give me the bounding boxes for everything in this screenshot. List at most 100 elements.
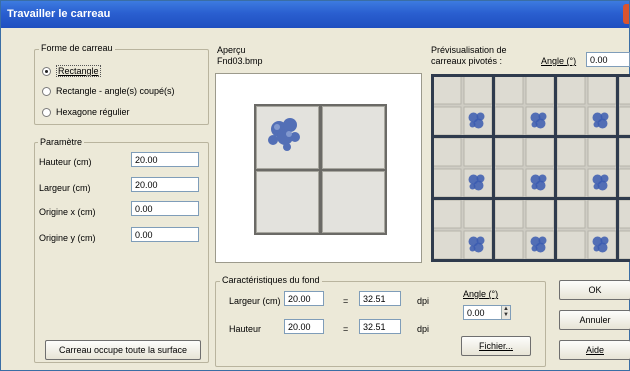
rotated-tile bbox=[494, 230, 524, 260]
radio-indicator[interactable] bbox=[42, 86, 51, 96]
rotated-tile bbox=[432, 168, 462, 198]
rotated-tile bbox=[432, 199, 462, 229]
background-group-label: Caractéristiques du fond bbox=[220, 275, 322, 285]
rotated-tile bbox=[463, 199, 493, 229]
radio-hexagon[interactable]: Hexagone régulier bbox=[42, 107, 130, 117]
rotated-tile bbox=[494, 199, 524, 229]
bg-width-input[interactable]: 20.00 bbox=[284, 291, 324, 306]
rotated-preview-grid bbox=[431, 74, 630, 262]
angle-spinner[interactable]: ▲ ▼ bbox=[501, 306, 510, 319]
rotated-tile bbox=[432, 75, 462, 105]
bg-width-sep: = bbox=[343, 296, 349, 306]
params-group-label: Paramètre bbox=[38, 137, 85, 147]
flower-ornament-icon bbox=[530, 174, 547, 191]
rotated-tile bbox=[618, 199, 630, 229]
grid-line-horizontal bbox=[431, 135, 630, 138]
close-button[interactable] bbox=[623, 4, 629, 24]
title-bar[interactable]: Travailler le carreau bbox=[1, 1, 629, 28]
preview-area bbox=[215, 73, 422, 263]
grid-line-vertical bbox=[492, 74, 495, 262]
rotated-tile bbox=[494, 137, 524, 167]
radio-rectangle[interactable]: Rectangle bbox=[42, 65, 101, 77]
help-button[interactable]: Aide bbox=[559, 340, 630, 360]
bg-width-dpi-input[interactable]: 32.51 bbox=[359, 291, 401, 306]
rotated-tile bbox=[618, 230, 630, 260]
flower-ornament-icon bbox=[530, 236, 547, 253]
rotated-tile bbox=[556, 168, 586, 198]
origin-x-input[interactable]: 0.00 bbox=[131, 201, 199, 216]
rotated-tile bbox=[587, 137, 617, 167]
rotated-tile bbox=[618, 168, 630, 198]
bg-height-dpi-input[interactable]: 32.51 bbox=[359, 319, 401, 334]
radio-label: Rectangle - angle(s) coupé(s) bbox=[56, 86, 175, 96]
flower-ornament-icon bbox=[592, 236, 609, 253]
rotated-tile bbox=[432, 106, 462, 136]
rotated-label-1: Prévisualisation de bbox=[431, 45, 507, 55]
rotated-label-2: carreaux pivotés : bbox=[431, 56, 503, 66]
flower-ornament-icon bbox=[468, 236, 485, 253]
height-input[interactable]: 20.00 bbox=[131, 152, 199, 167]
window-title: Travailler le carreau bbox=[7, 8, 111, 20]
rotated-tile bbox=[432, 230, 462, 260]
preview-tile bbox=[322, 106, 385, 169]
rotated-angle-label: Angle (°) bbox=[541, 56, 577, 66]
radio-indicator[interactable] bbox=[42, 66, 51, 76]
bg-width-label: Largeur (cm) bbox=[229, 296, 281, 306]
grid-line-vertical bbox=[616, 74, 619, 262]
shape-group-label: Forme de carreau bbox=[39, 43, 115, 53]
radio-label: Hexagone régulier bbox=[56, 107, 130, 117]
radio-label: Rectangle bbox=[56, 65, 101, 77]
rotated-tile bbox=[432, 137, 462, 167]
radio-indicator[interactable] bbox=[42, 107, 51, 117]
rotated-tile bbox=[525, 75, 555, 105]
rotated-tile bbox=[525, 137, 555, 167]
width-label: Largeur (cm) bbox=[39, 183, 91, 193]
rotated-tile bbox=[618, 137, 630, 167]
rotated-tile bbox=[494, 168, 524, 198]
preview-tile bbox=[322, 171, 385, 233]
bg-height-input[interactable]: 20.00 bbox=[284, 319, 324, 334]
rotated-tile bbox=[587, 75, 617, 105]
rotated-angle-input[interactable]: 0.00 bbox=[586, 52, 630, 67]
origin-y-label: Origine y (cm) bbox=[39, 233, 96, 243]
params-group bbox=[34, 142, 209, 363]
bg-height-label: Hauteur bbox=[229, 324, 262, 334]
grid-line-vertical bbox=[431, 74, 434, 262]
width-input[interactable]: 20.00 bbox=[131, 177, 199, 192]
grid-line-vertical bbox=[554, 74, 557, 262]
fill-surface-button[interactable]: Carreau occupe toute la surface bbox=[45, 340, 201, 360]
rotated-tile bbox=[463, 75, 493, 105]
dialog-window: Travailler le carreau Forme de carreau R… bbox=[0, 0, 630, 371]
flower-ornament-icon bbox=[592, 174, 609, 191]
bg-width-unit: dpi bbox=[417, 296, 430, 306]
preview-label: Aperçu bbox=[217, 45, 246, 55]
rotated-tile bbox=[494, 106, 524, 136]
origin-y-input[interactable]: 0.00 bbox=[131, 227, 199, 242]
radio-rectangle-cut[interactable]: Rectangle - angle(s) coupé(s) bbox=[42, 86, 175, 96]
rotated-tile bbox=[556, 199, 586, 229]
flower-ornament-icon bbox=[268, 118, 300, 151]
rotated-tile bbox=[556, 75, 586, 105]
rotated-tile bbox=[618, 106, 630, 136]
rotated-tile bbox=[494, 75, 524, 105]
cancel-button[interactable]: Annuler bbox=[559, 310, 630, 330]
preview-tile bbox=[256, 106, 319, 169]
rotated-tiles bbox=[431, 74, 630, 262]
flower-ornament-icon bbox=[468, 112, 485, 129]
grid-line-horizontal bbox=[431, 74, 630, 77]
preview-filename: Fnd03.bmp bbox=[217, 56, 263, 66]
rotated-tile bbox=[556, 106, 586, 136]
rotated-tile bbox=[525, 199, 555, 229]
rotated-tile bbox=[463, 137, 493, 167]
rotated-tile bbox=[556, 137, 586, 167]
rotated-tile bbox=[587, 199, 617, 229]
file-button[interactable]: Fichier... bbox=[461, 336, 531, 356]
rotated-tile bbox=[556, 230, 586, 260]
ok-button[interactable]: OK bbox=[559, 280, 630, 300]
height-label: Hauteur (cm) bbox=[39, 157, 92, 167]
tile-grid bbox=[254, 104, 387, 235]
bg-angle-label: Angle (°) bbox=[463, 289, 499, 299]
flower-ornament-icon bbox=[468, 174, 485, 191]
bg-height-unit: dpi bbox=[417, 324, 430, 334]
grid-line-horizontal bbox=[431, 259, 630, 262]
